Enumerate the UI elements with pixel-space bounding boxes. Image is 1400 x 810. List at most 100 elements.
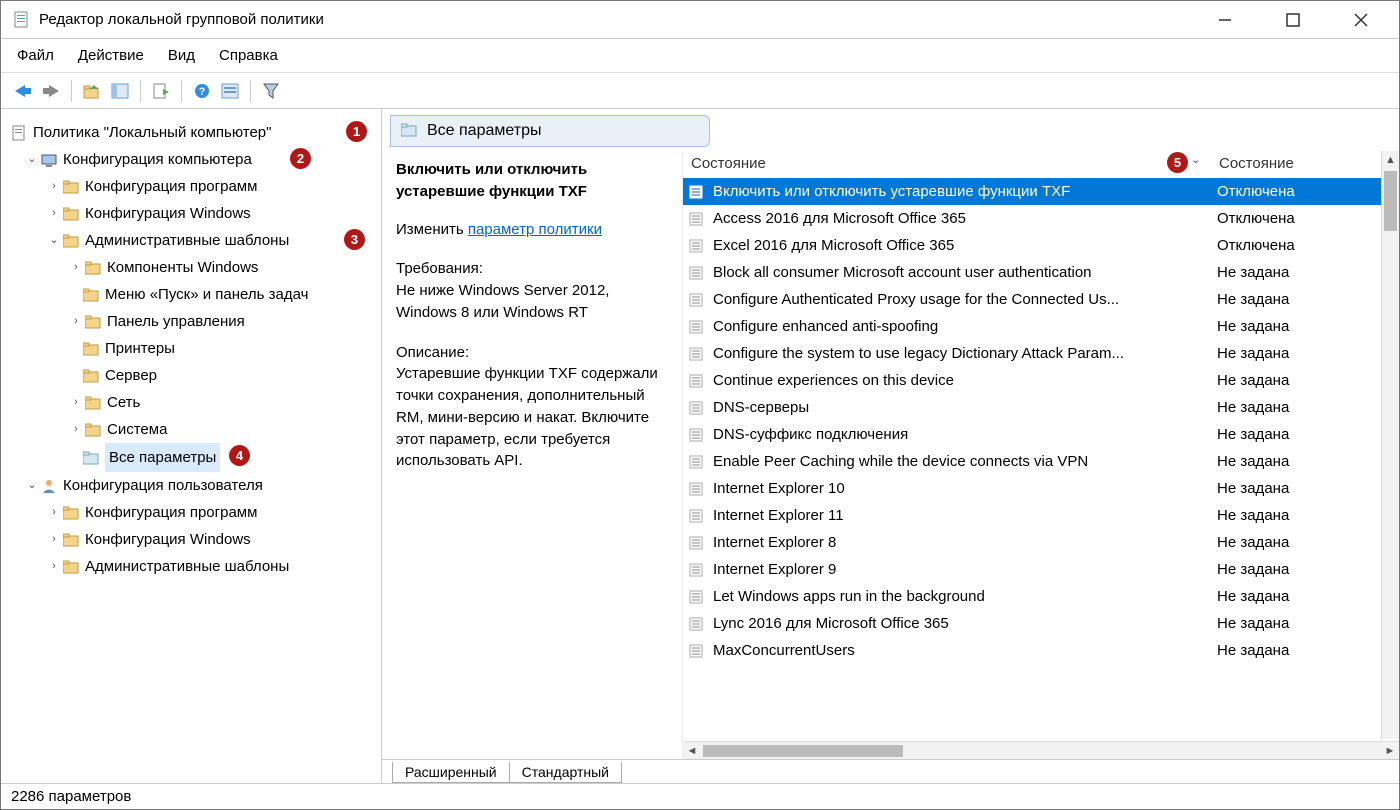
scroll-right-button[interactable]: ► bbox=[1381, 745, 1399, 757]
expand-toggle[interactable]: › bbox=[47, 557, 61, 577]
show-hide-tree-icon[interactable] bbox=[108, 79, 132, 103]
filter-icon[interactable] bbox=[259, 79, 283, 103]
list-item[interactable]: MaxConcurrentUsersНе задана bbox=[683, 637, 1399, 664]
policy-icon bbox=[11, 125, 27, 141]
tree-network[interactable]: Сеть bbox=[107, 389, 140, 416]
expand-toggle[interactable]: › bbox=[69, 420, 83, 440]
expand-toggle[interactable]: › bbox=[47, 177, 61, 197]
tree-software-config[interactable]: Конфигурация программ bbox=[85, 173, 257, 200]
badge-2: 2 bbox=[290, 148, 311, 169]
expand-toggle[interactable]: › bbox=[69, 312, 83, 332]
tab-extended[interactable]: Расширенный bbox=[392, 762, 510, 783]
tree-windows-config[interactable]: Конфигурация Windows bbox=[85, 200, 251, 227]
list-item[interactable]: Let Windows apps run in the backgroundНе… bbox=[683, 583, 1399, 610]
list-item[interactable]: Configure the system to use legacy Dicti… bbox=[683, 340, 1399, 367]
policy-item-icon bbox=[689, 185, 707, 199]
list-item[interactable]: Включить или отключить устаревшие функци… bbox=[683, 178, 1399, 205]
list-item[interactable]: DNS-суффикс подключенияНе задана bbox=[683, 421, 1399, 448]
list-item[interactable]: Internet Explorer 9Не задана bbox=[683, 556, 1399, 583]
item-name: Lync 2016 для Microsoft Office 365 bbox=[713, 615, 1209, 632]
up-icon[interactable] bbox=[80, 79, 104, 103]
item-state: Не задана bbox=[1209, 561, 1399, 578]
policy-item-icon bbox=[689, 428, 707, 442]
tree-admin-templates[interactable]: Административные шаблоны bbox=[85, 227, 289, 254]
policy-item-icon bbox=[689, 374, 707, 388]
tree-user-software[interactable]: Конфигурация программ bbox=[85, 499, 257, 526]
list-item[interactable]: Configure Authenticated Proxy usage for … bbox=[683, 286, 1399, 313]
settings-icon bbox=[83, 451, 99, 465]
expand-toggle[interactable]: › bbox=[47, 503, 61, 523]
tree-user-config[interactable]: Конфигурация пользователя bbox=[63, 472, 263, 499]
item-name: Continue experiences on this device bbox=[713, 372, 1209, 389]
policy-item-icon bbox=[689, 617, 707, 631]
policy-item-icon bbox=[689, 212, 707, 226]
item-state: Отключена bbox=[1209, 183, 1399, 200]
help-icon[interactable]: ? bbox=[190, 79, 214, 103]
expand-toggle[interactable]: › bbox=[69, 393, 83, 413]
list-item[interactable]: Internet Explorer 8Не задана bbox=[683, 529, 1399, 556]
tree-windows-components[interactable]: Компоненты Windows bbox=[107, 254, 258, 281]
tree-printers[interactable]: Принтеры bbox=[105, 335, 175, 362]
settings-icon bbox=[401, 123, 419, 139]
horizontal-scrollbar-thumb[interactable] bbox=[703, 745, 903, 757]
item-state: Не задана bbox=[1209, 642, 1399, 659]
app-icon bbox=[13, 11, 31, 29]
folder-icon bbox=[83, 342, 99, 356]
menu-action[interactable]: Действие bbox=[78, 47, 144, 64]
item-state: Не задана bbox=[1209, 399, 1399, 416]
menu-help[interactable]: Справка bbox=[219, 47, 278, 64]
badge-3: 3 bbox=[344, 229, 365, 250]
computer-icon bbox=[41, 152, 57, 168]
column-state-header[interactable]: Состояние bbox=[1219, 155, 1294, 172]
export-icon[interactable] bbox=[149, 79, 173, 103]
back-button[interactable] bbox=[11, 79, 35, 103]
list-item[interactable]: Block all consumer Microsoft account use… bbox=[683, 259, 1399, 286]
list-item[interactable]: Internet Explorer 11Не задана bbox=[683, 502, 1399, 529]
list-item[interactable]: Enable Peer Caching while the device con… bbox=[683, 448, 1399, 475]
scroll-left-button[interactable]: ◄ bbox=[683, 745, 701, 757]
item-name: MaxConcurrentUsers bbox=[713, 642, 1209, 659]
forward-button[interactable] bbox=[39, 79, 63, 103]
expand-toggle[interactable]: ⌄ bbox=[25, 476, 39, 496]
panel-title: Все параметры bbox=[427, 122, 541, 140]
list-item[interactable]: Configure enhanced anti-spoofingНе задан… bbox=[683, 313, 1399, 340]
maximize-button[interactable] bbox=[1273, 13, 1313, 27]
tree-user-windows[interactable]: Конфигурация Windows bbox=[85, 526, 251, 553]
navigation-tree[interactable]: Политика "Локальный компьютер" 1 ⌄ Конфи… bbox=[1, 109, 381, 783]
column-name-header[interactable]: Состояние bbox=[691, 155, 1211, 172]
folder-icon bbox=[63, 506, 79, 520]
expand-toggle[interactable]: ⌄ bbox=[47, 231, 61, 251]
sort-indicator-icon: ⌄ bbox=[1191, 153, 1200, 166]
settings-list[interactable]: Включить или отключить устаревшие функци… bbox=[683, 178, 1399, 741]
expand-toggle[interactable]: ⌄ bbox=[25, 150, 39, 170]
menu-file[interactable]: Файл bbox=[17, 47, 54, 64]
tree-user-admin[interactable]: Административные шаблоны bbox=[85, 553, 289, 580]
vertical-scrollbar-thumb[interactable] bbox=[1384, 171, 1397, 231]
minimize-button[interactable] bbox=[1205, 13, 1245, 27]
close-button[interactable] bbox=[1341, 13, 1381, 27]
folder-icon bbox=[63, 560, 79, 574]
list-item[interactable]: Lync 2016 для Microsoft Office 365Не зад… bbox=[683, 610, 1399, 637]
expand-toggle[interactable]: › bbox=[69, 258, 83, 278]
properties-icon[interactable] bbox=[218, 79, 242, 103]
list-item[interactable]: Access 2016 для Microsoft Office 365Откл… bbox=[683, 205, 1399, 232]
tab-standard[interactable]: Стандартный bbox=[509, 762, 622, 783]
edit-policy-link[interactable]: параметр политики bbox=[468, 221, 602, 238]
tree-computer-config[interactable]: Конфигурация компьютера bbox=[63, 146, 252, 173]
list-item[interactable]: DNS-серверыНе задана bbox=[683, 394, 1399, 421]
tree-root[interactable]: Политика "Локальный компьютер" bbox=[33, 119, 271, 146]
menu-view[interactable]: Вид bbox=[168, 47, 195, 64]
tree-all-settings[interactable]: Все параметры bbox=[105, 443, 220, 472]
scroll-up-button[interactable]: ▲ bbox=[1382, 151, 1399, 169]
tree-system[interactable]: Система bbox=[107, 416, 167, 443]
item-name: Block all consumer Microsoft account use… bbox=[713, 264, 1209, 281]
expand-toggle[interactable]: › bbox=[47, 530, 61, 550]
list-item[interactable]: Excel 2016 для Microsoft Office 365Отклю… bbox=[683, 232, 1399, 259]
tree-server[interactable]: Сервер bbox=[105, 362, 157, 389]
tree-control-panel[interactable]: Панель управления bbox=[107, 308, 245, 335]
list-item[interactable]: Internet Explorer 10Не задана bbox=[683, 475, 1399, 502]
item-name: Access 2016 для Microsoft Office 365 bbox=[713, 210, 1209, 227]
tree-start-menu[interactable]: Меню «Пуск» и панель задач bbox=[105, 281, 308, 308]
expand-toggle[interactable]: › bbox=[47, 204, 61, 224]
list-item[interactable]: Continue experiences on this deviceНе за… bbox=[683, 367, 1399, 394]
